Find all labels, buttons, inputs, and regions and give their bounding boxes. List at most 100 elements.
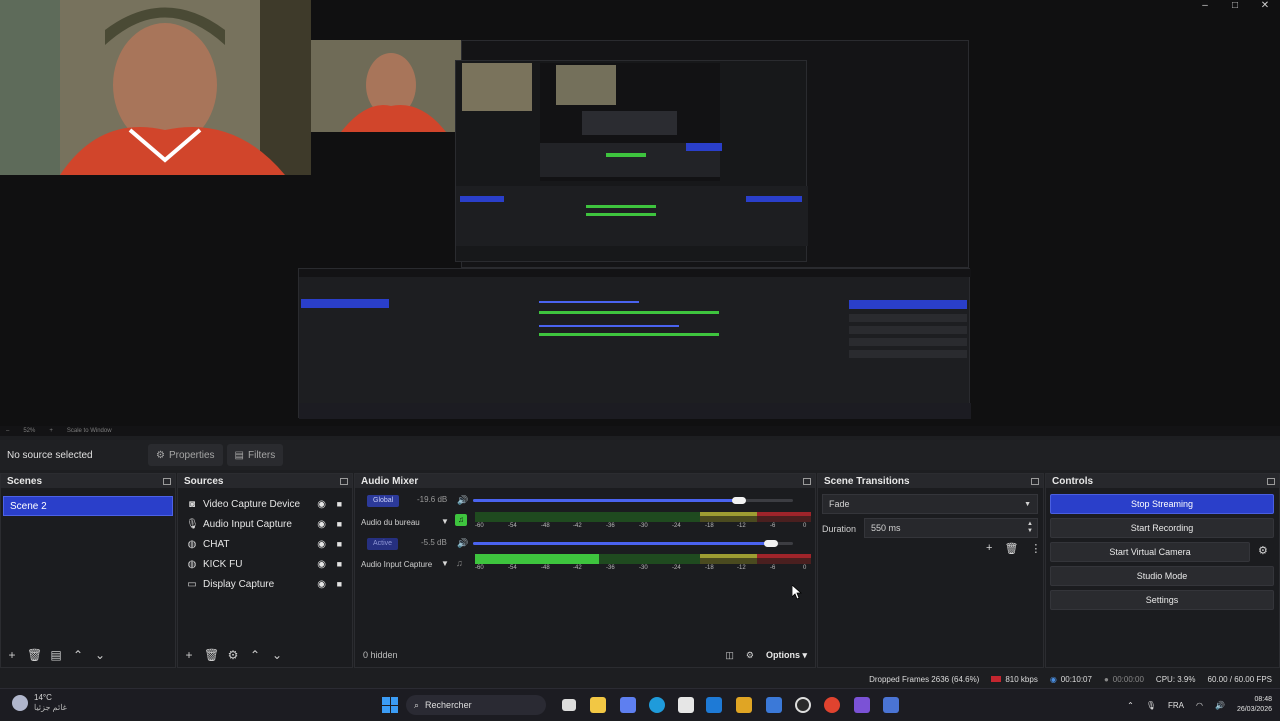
zoom-out-icon[interactable]: – <box>6 428 9 434</box>
dock-float-icon[interactable] <box>1031 477 1039 485</box>
chevron-down-icon: ▼ <box>1024 500 1031 508</box>
wifi-icon[interactable]: ◠ <box>1196 701 1203 710</box>
volume-knob[interactable] <box>764 540 778 547</box>
volume-knob[interactable] <box>732 497 746 504</box>
store-icon[interactable] <box>678 697 694 713</box>
arrow-down-icon[interactable]: ⌄ <box>93 649 107 661</box>
controls-header: Controls <box>1046 474 1279 488</box>
channel-db: -5.5 dB <box>421 538 447 547</box>
studio-mode-button[interactable]: Studio Mode <box>1050 566 1274 586</box>
lock-icon[interactable]: ■ <box>337 579 342 589</box>
dock-float-icon[interactable] <box>1267 477 1275 485</box>
arrow-up-icon[interactable]: ⌃ <box>248 649 262 661</box>
edge-icon[interactable] <box>649 697 665 713</box>
source-item[interactable]: ◍ CHAT ◉ ■ <box>178 534 352 554</box>
app-icon[interactable] <box>736 697 752 713</box>
gear-icon: ⚙ <box>156 449 165 461</box>
speaker-icon[interactable]: 🔊 <box>457 495 468 506</box>
stepper-icon[interactable]: ▲ ▼ <box>1027 521 1033 535</box>
meter-tick-label: -48 <box>541 565 550 571</box>
weather-widget[interactable]: 14°C غائم جزئيا <box>12 693 67 713</box>
dock-float-icon[interactable] <box>803 477 811 485</box>
duration-label: Duration <box>822 524 857 534</box>
lock-icon[interactable]: ■ <box>337 519 342 529</box>
stop-streaming-button[interactable]: Stop Streaming <box>1050 494 1274 514</box>
chrome-icon[interactable] <box>824 697 840 713</box>
source-context-bar: No source selected ⚙ Properties ▤ Filter… <box>0 440 1280 470</box>
meter-tick-label: 0 <box>803 565 807 571</box>
gear-icon[interactable]: ⚙ <box>1258 544 1268 557</box>
lock-icon[interactable]: ■ <box>337 539 342 549</box>
duration-input[interactable]: 550 ms ▲ ▼ <box>864 518 1038 538</box>
trash-icon[interactable]: 🗑 <box>27 649 42 661</box>
volume-icon[interactable]: 🔊 <box>1215 701 1225 710</box>
trash-icon[interactable]: 🗑 <box>204 649 219 661</box>
filter-icon[interactable]: ▤ <box>49 649 63 661</box>
options-button[interactable]: Options ▾ <box>766 650 807 661</box>
scene-item[interactable]: Scene 2 <box>3 496 173 516</box>
zoom-in-icon[interactable]: + <box>49 428 53 434</box>
mail-icon[interactable] <box>766 697 782 713</box>
trash-icon[interactable]: 🗑 <box>1004 542 1018 555</box>
settings-button[interactable]: Settings <box>1050 590 1274 610</box>
maximize-button[interactable]: □ <box>1220 0 1250 14</box>
dock-float-icon[interactable] <box>340 477 348 485</box>
copilot-icon[interactable] <box>620 697 636 713</box>
source-item[interactable]: ◙ Video Capture Device ◉ ■ <box>178 494 352 514</box>
lock-icon[interactable]: ■ <box>337 559 342 569</box>
headphones-icon[interactable]: ♫ <box>456 558 463 568</box>
eye-icon[interactable]: ◉ <box>317 499 326 510</box>
advanced-audio-icon[interactable]: ⚙ <box>746 650 754 661</box>
task-view-icon[interactable] <box>562 699 576 711</box>
scale-select[interactable]: Scale to Window <box>67 428 112 434</box>
channel-badge: Global <box>367 495 400 507</box>
options-label: Options <box>765 649 800 660</box>
speaker-icon[interactable]: 🔊 <box>457 538 468 549</box>
dock-float-icon[interactable] <box>163 477 171 485</box>
filters-button[interactable]: ▤ Filters <box>226 444 284 466</box>
preview-canvas[interactable]: – □ ✕ <box>0 0 1280 436</box>
source-item[interactable]: ▭ Display Capture ◉ ■ <box>178 574 352 594</box>
properties-button[interactable]: ⚙ Properties <box>148 444 223 466</box>
chevron-down-icon[interactable]: ▼ <box>441 517 449 526</box>
meter-zone-top <box>757 512 811 516</box>
app-icon[interactable] <box>854 697 870 713</box>
language-indicator[interactable]: FRA <box>1168 701 1184 710</box>
channel-db: -19.6 dB <box>417 495 448 504</box>
arrow-up-icon[interactable]: ⌃ <box>71 649 85 661</box>
more-icon[interactable]: ⋮ <box>1030 542 1041 555</box>
add-icon[interactable]: + <box>5 649 19 661</box>
eye-icon[interactable]: ◉ <box>317 559 326 570</box>
eye-icon[interactable]: ◉ <box>317 539 326 550</box>
app-icon[interactable] <box>706 697 722 713</box>
obs-icon[interactable] <box>795 697 811 713</box>
transition-select[interactable]: Fade ▼ <box>822 494 1038 514</box>
source-item[interactable]: 🎙 Audio Input Capture ◉ ■ <box>178 514 352 534</box>
start-recording-button[interactable]: Start Recording <box>1050 518 1274 538</box>
app-icon[interactable] <box>883 697 899 713</box>
microphone-icon[interactable]: 🎙 <box>1146 701 1156 710</box>
taskbar-search[interactable]: ⌕ Rechercher <box>406 695 546 715</box>
layout-icon[interactable]: ◫ <box>725 650 734 661</box>
chevron-up-icon[interactable]: ⌃ <box>1127 701 1134 710</box>
webcam-feed <box>0 0 311 175</box>
arrow-down-icon[interactable]: ⌄ <box>270 649 284 661</box>
file-explorer-icon[interactable] <box>590 697 606 713</box>
source-label: Audio Input Capture <box>203 518 292 530</box>
eye-icon[interactable]: ◉ <box>317 519 326 530</box>
gear-icon[interactable]: ⚙ <box>226 649 240 661</box>
close-button[interactable]: ✕ <box>1250 0 1280 14</box>
windows-start-icon[interactable] <box>382 697 398 713</box>
add-icon[interactable]: + <box>986 542 992 555</box>
eye-icon[interactable]: ◉ <box>317 579 326 590</box>
start-virtual-camera-button[interactable]: Start Virtual Camera <box>1050 542 1250 562</box>
headphones-icon[interactable]: ♫ <box>455 514 467 526</box>
clock[interactable]: 08:48 26/03/2026 <box>1237 695 1272 715</box>
add-icon[interactable]: + <box>182 649 196 661</box>
lock-icon[interactable]: ■ <box>337 499 342 509</box>
source-item[interactable]: ◍ KICK FU ◉ ■ <box>178 554 352 574</box>
chevron-down-icon[interactable]: ▼ <box>441 559 449 568</box>
minimize-button[interactable]: – <box>1190 0 1220 14</box>
no-source-label: No source selected <box>7 449 93 461</box>
stream-time: 00:10:07 <box>1060 674 1092 684</box>
